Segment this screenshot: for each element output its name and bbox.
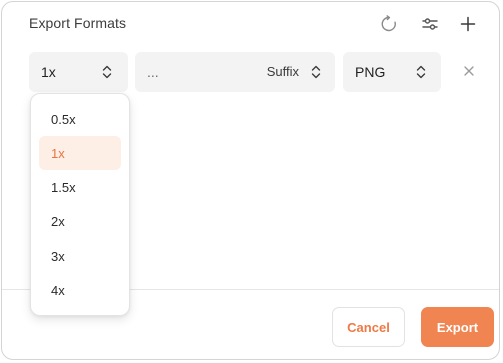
scale-select[interactable]: 1x <box>29 52 128 92</box>
scale-option[interactable]: 0.5x <box>39 102 121 136</box>
remove-format-button[interactable] <box>460 64 478 82</box>
format-select-value: PNG <box>355 64 386 80</box>
scale-option[interactable]: 3x <box>39 239 121 273</box>
plus-icon <box>459 15 477 33</box>
cancel-button[interactable]: Cancel <box>332 307 405 347</box>
export-formats-dialog: Export Formats 1x ... Suffix PNG Cancel … <box>1 1 500 360</box>
scale-dropdown-menu: 0.5x 1x 1.5x 2x 3x 4x <box>30 93 130 316</box>
chevron-up-down-icon <box>311 65 321 79</box>
chevron-up-down-icon <box>416 65 426 79</box>
chevron-up-down-icon <box>102 65 112 79</box>
suffix-placeholder: ... <box>147 64 159 80</box>
close-icon <box>463 64 475 82</box>
format-select[interactable]: PNG <box>343 52 441 92</box>
reset-button[interactable] <box>377 12 401 36</box>
sliders-icon <box>421 15 439 33</box>
scale-option-selected[interactable]: 1x <box>39 136 121 170</box>
scale-option[interactable]: 2x <box>39 204 121 238</box>
scale-select-value: 1x <box>41 64 56 80</box>
refresh-icon <box>380 15 398 33</box>
settings-button[interactable] <box>418 12 442 36</box>
suffix-label: Suffix <box>266 64 299 79</box>
dialog-title: Export Formats <box>29 15 127 31</box>
scale-option[interactable]: 1.5x <box>39 170 121 204</box>
suffix-input[interactable]: ... Suffix <box>135 52 335 92</box>
scale-option[interactable]: 4x <box>39 273 121 307</box>
export-button[interactable]: Export <box>421 307 494 347</box>
add-format-button[interactable] <box>456 12 480 36</box>
